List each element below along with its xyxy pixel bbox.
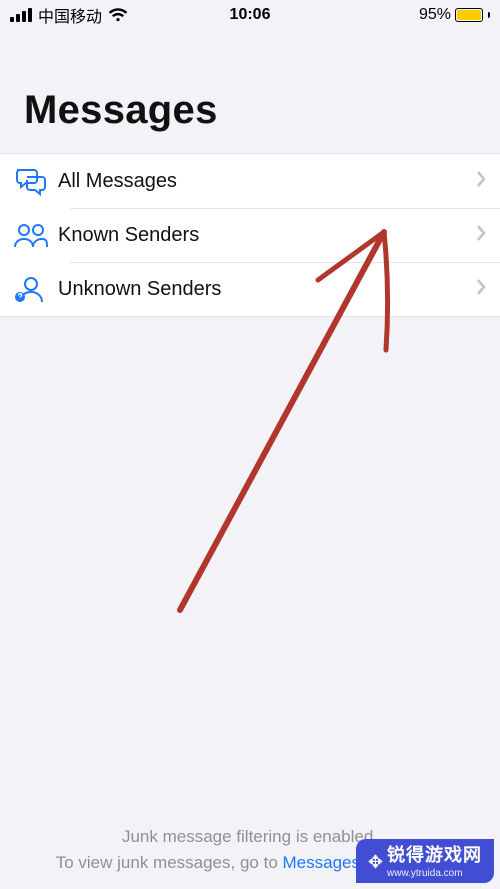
filter-all-messages[interactable]: All Messages: [0, 154, 500, 208]
page-title: Messages: [0, 30, 500, 153]
gamepad-icon: ✥: [368, 853, 381, 871]
chevron-right-icon: [476, 170, 486, 193]
footer-line2-prefix: To view junk messages, go to: [56, 853, 283, 872]
status-time: 10:06: [230, 6, 271, 24]
battery-indicator: 95%: [419, 6, 490, 24]
speech-bubbles-icon: [14, 166, 58, 196]
filter-label: Known Senders: [58, 224, 476, 247]
known-senders-icon: [14, 222, 58, 248]
watermark-url: www.ytruida.com: [387, 868, 482, 880]
site-watermark: ✥ 锐得游戏网 www.ytruida.com: [356, 839, 494, 883]
filter-label: Unknown Senders: [58, 278, 476, 301]
chevron-right-icon: [476, 278, 486, 301]
filter-known-senders[interactable]: Known Senders: [0, 208, 500, 262]
unknown-senders-icon: [14, 275, 58, 303]
status-bar: 中国移动 10:06 95%: [0, 0, 500, 30]
filter-label: All Messages: [58, 170, 476, 193]
watermark-title: 锐得游戏网: [387, 845, 482, 866]
chevron-right-icon: [476, 224, 486, 247]
carrier-name: 中国移动: [38, 3, 102, 27]
filter-unknown-senders[interactable]: Unknown Senders: [0, 262, 500, 316]
battery-percent: 95%: [419, 6, 451, 24]
wifi-icon: [108, 8, 128, 22]
filter-list: All Messages Known Senders Unknown Sende…: [0, 153, 500, 317]
cell-signal-icon: [10, 8, 32, 22]
